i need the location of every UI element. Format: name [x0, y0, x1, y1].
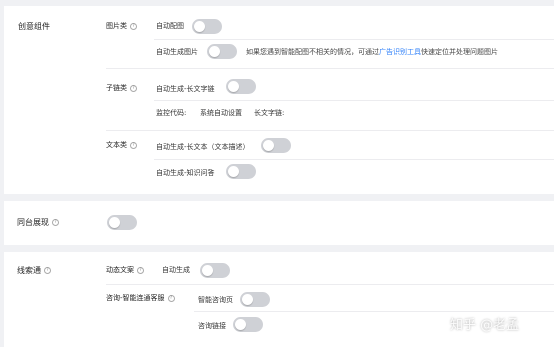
divider	[154, 100, 554, 101]
help-icon[interactable]: ?	[52, 219, 59, 226]
watermark: 知乎 @老孟	[450, 318, 520, 333]
smart-consult-page-label: 智能咨询页	[198, 296, 233, 304]
auto-long-text-label: 自动生成-长文本（文本描述）	[156, 143, 250, 151]
help-icon[interactable]: ?	[167, 294, 175, 302]
dynamic-copy-auto-label: 自动生成	[162, 266, 190, 274]
divider	[154, 39, 554, 40]
help-icon[interactable]: ?	[130, 84, 137, 92]
consult-link-toggle[interactable]	[233, 317, 263, 332]
auto-match-image-toggle[interactable]	[192, 19, 222, 34]
auto-long-link-toggle[interactable]	[226, 79, 256, 94]
divider	[106, 68, 554, 69]
auto-generate-image-label: 自动生成图片	[156, 48, 198, 56]
help-icon[interactable]: ?	[137, 266, 144, 274]
monitor-code-value: 系统自动设置	[200, 109, 242, 117]
sync-display-toggle[interactable]	[107, 215, 137, 230]
help-icon[interactable]: ?	[130, 22, 137, 30]
auto-qa-label: 自动生成-知识问答	[156, 169, 215, 177]
image-hint-text: 如果您遇到智能配图不相关的情况，可通过广告识别工具快速定位并处理问题图片	[246, 48, 498, 56]
section-title-leads: 线索通?	[17, 265, 51, 276]
dynamic-copy-auto-toggle[interactable]	[200, 263, 230, 278]
group-label-dynamic-copy: 动态文案?	[106, 265, 144, 275]
divider	[106, 284, 554, 285]
auto-match-image-label: 自动配图	[156, 22, 184, 30]
sync-display-card: 同台展现?	[4, 201, 554, 245]
smart-consult-page-toggle[interactable]	[240, 292, 270, 307]
section-title-creative: 创意组件	[18, 22, 50, 31]
ad-recognition-tool-link[interactable]: 广告识别工具	[379, 48, 421, 56]
long-text-link-label: 长文字链:	[254, 109, 285, 117]
consult-link-label: 咨询链接	[198, 322, 226, 330]
divider	[154, 159, 554, 160]
creative-components-card: 创意组件 图片类? 自动配图 自动生成图片 如果您遇到智能配图不相关的情况，可通…	[4, 6, 554, 194]
monitor-code-label: 监控代码:	[156, 109, 187, 117]
section-title-sync: 同台展现?	[17, 217, 59, 228]
group-label-consult: 咨询-智能连通客服?	[106, 293, 175, 303]
auto-generate-image-toggle[interactable]	[207, 44, 237, 59]
group-label-text: 文本类?	[106, 140, 137, 150]
group-label-sublink: 子链类?	[106, 83, 137, 93]
divider	[106, 130, 554, 131]
help-icon[interactable]: ?	[130, 141, 137, 149]
group-label-image: 图片类?	[106, 21, 137, 31]
auto-long-link-label: 自动生成-长文字链	[156, 85, 215, 93]
divider	[194, 311, 554, 312]
auto-long-text-toggle[interactable]	[261, 138, 291, 153]
help-icon[interactable]: ?	[44, 267, 51, 274]
auto-qa-toggle[interactable]	[226, 164, 256, 179]
